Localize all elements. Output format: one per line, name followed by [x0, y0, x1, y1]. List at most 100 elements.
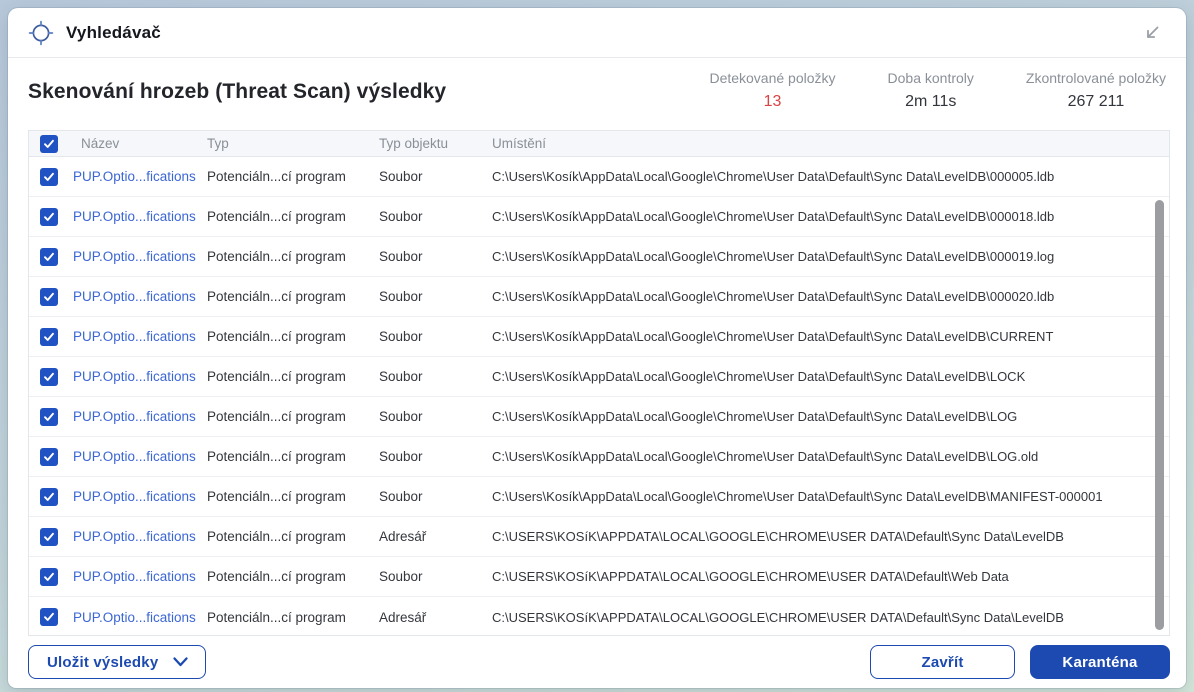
table-row[interactable]: PUP.Optio...fications Potenciáln...cí pr… [29, 477, 1169, 517]
checkmark-icon [42, 450, 56, 464]
row-checkbox[interactable] [40, 488, 58, 506]
threat-object-type: Adresář [379, 529, 492, 544]
row-checkbox[interactable] [40, 208, 58, 226]
row-checkbox[interactable] [40, 448, 58, 466]
row-checkbox[interactable] [40, 408, 58, 426]
table-row[interactable]: PUP.Optio...fications Potenciáln...cí pr… [29, 397, 1169, 437]
target-scanner-icon [28, 20, 54, 46]
threat-location: C:\Users\Kosík\AppData\Local\Google\Chro… [492, 329, 1169, 344]
checkmark-icon [42, 490, 56, 504]
table-row[interactable]: PUP.Optio...fications Potenciáln...cí pr… [29, 517, 1169, 557]
window-title: Vyhledávač [66, 23, 161, 43]
threat-object-type: Soubor [379, 569, 492, 584]
threat-location: C:\Users\Kosík\AppData\Local\Google\Chro… [492, 169, 1169, 184]
collapse-window-button[interactable] [1138, 19, 1166, 47]
table-row[interactable]: PUP.Optio...fications Potenciáln...cí pr… [29, 317, 1169, 357]
threat-location: C:\Users\Kosík\AppData\Local\Google\Chro… [492, 449, 1169, 464]
threat-object-type: Soubor [379, 249, 492, 264]
row-checkbox[interactable] [40, 168, 58, 186]
save-results-button[interactable]: Uložit výsledky [28, 645, 206, 679]
stat-scanned-items: Zkontrolované položky 267 211 [1026, 70, 1166, 130]
threat-name-link[interactable]: PUP.Optio...fications [73, 169, 207, 184]
threat-location: C:\Users\Kosík\AppData\Local\Google\Chro… [492, 249, 1169, 264]
threat-type: Potenciáln...cí program [207, 529, 379, 544]
threat-name-link[interactable]: PUP.Optio...fications [73, 369, 207, 384]
row-checkbox[interactable] [40, 568, 58, 586]
row-checkbox[interactable] [40, 368, 58, 386]
threat-type: Potenciáln...cí program [207, 209, 379, 224]
threat-name-link[interactable]: PUP.Optio...fications [73, 209, 207, 224]
checkmark-icon [42, 570, 56, 584]
threat-location: C:\USERS\KOSíK\APPDATA\LOCAL\GOOGLE\CHRO… [492, 610, 1169, 625]
column-header-type[interactable]: Typ [207, 136, 379, 151]
table-row[interactable]: PUP.Optio...fications Potenciáln...cí pr… [29, 357, 1169, 397]
row-checkbox[interactable] [40, 328, 58, 346]
threat-name-link[interactable]: PUP.Optio...fications [73, 610, 207, 625]
checkmark-icon [42, 170, 56, 184]
threat-name-link[interactable]: PUP.Optio...fications [73, 409, 207, 424]
stat-label: Detekované položky [709, 70, 835, 86]
table-row[interactable]: PUP.Optio...fications Potenciáln...cí pr… [29, 157, 1169, 197]
row-checkbox[interactable] [40, 608, 58, 626]
threat-object-type: Soubor [379, 289, 492, 304]
checkmark-icon [42, 137, 56, 151]
threat-location: C:\USERS\KOSíK\APPDATA\LOCAL\GOOGLE\CHRO… [492, 569, 1169, 584]
table-row[interactable]: PUP.Optio...fications Potenciáln...cí pr… [29, 557, 1169, 597]
scrollbar-thumb[interactable] [1155, 200, 1164, 630]
close-button[interactable]: Zavřít [870, 645, 1015, 679]
table-row[interactable]: PUP.Optio...fications Potenciáln...cí pr… [29, 277, 1169, 317]
threat-object-type: Soubor [379, 489, 492, 504]
stat-detected-items: Detekované položky 13 [709, 70, 835, 130]
column-header-location[interactable]: Umístění [492, 136, 1169, 151]
scanner-results-window: Vyhledávač Skenování hrozeb (Threat Scan… [8, 8, 1186, 688]
threat-name-link[interactable]: PUP.Optio...fications [73, 289, 207, 304]
threat-type: Potenciáln...cí program [207, 489, 379, 504]
save-results-label: Uložit výsledky [47, 654, 158, 671]
threat-object-type: Soubor [379, 169, 492, 184]
threat-type: Potenciáln...cí program [207, 569, 379, 584]
threat-location: C:\USERS\KOSíK\APPDATA\LOCAL\GOOGLE\CHRO… [492, 529, 1169, 544]
threat-type: Potenciáln...cí program [207, 409, 379, 424]
threat-object-type: Soubor [379, 209, 492, 224]
threat-type: Potenciáln...cí program [207, 610, 379, 625]
threat-name-link[interactable]: PUP.Optio...fications [73, 569, 207, 584]
checkmark-icon [42, 410, 56, 424]
threat-name-link[interactable]: PUP.Optio...fications [73, 449, 207, 464]
threat-name-link[interactable]: PUP.Optio...fications [73, 249, 207, 264]
row-checkbox[interactable] [40, 248, 58, 266]
threat-name-link[interactable]: PUP.Optio...fications [73, 529, 207, 544]
table-row[interactable]: PUP.Optio...fications Potenciáln...cí pr… [29, 437, 1169, 477]
column-header-object-type[interactable]: Typ objektu [379, 136, 492, 151]
stat-scan-time: Doba kontroly 2m 11s [888, 70, 974, 130]
threat-object-type: Soubor [379, 369, 492, 384]
checkmark-icon [42, 210, 56, 224]
results-table: Název Typ Typ objektu Umístění PUP.Optio… [28, 130, 1170, 636]
row-checkbox[interactable] [40, 288, 58, 306]
threat-type: Potenciáln...cí program [207, 449, 379, 464]
threat-object-type: Soubor [379, 329, 492, 344]
threat-type: Potenciáln...cí program [207, 249, 379, 264]
threat-name-link[interactable]: PUP.Optio...fications [73, 329, 207, 344]
threat-name-link[interactable]: PUP.Optio...fications [73, 489, 207, 504]
threat-location: C:\Users\Kosík\AppData\Local\Google\Chro… [492, 489, 1169, 504]
threat-type: Potenciáln...cí program [207, 289, 379, 304]
stat-label: Doba kontroly [888, 70, 974, 86]
close-button-label: Zavřít [921, 654, 963, 671]
quarantine-button[interactable]: Karanténa [1030, 645, 1170, 679]
threat-object-type: Soubor [379, 449, 492, 464]
row-checkbox[interactable] [40, 528, 58, 546]
select-all-checkbox[interactable] [40, 135, 58, 153]
table-row[interactable]: PUP.Optio...fications Potenciáln...cí pr… [29, 197, 1169, 237]
threat-location: C:\Users\Kosík\AppData\Local\Google\Chro… [492, 289, 1169, 304]
stat-value-detected: 13 [709, 93, 835, 111]
table-row[interactable]: PUP.Optio...fications Potenciáln...cí pr… [29, 237, 1169, 277]
stat-value-time: 2m 11s [888, 93, 974, 111]
column-header-name[interactable]: Název [73, 136, 207, 151]
stat-value-scanned: 267 211 [1026, 93, 1166, 111]
title-bar: Vyhledávač [8, 8, 1186, 58]
results-header: Skenování hrozeb (Threat Scan) výsledky … [8, 58, 1186, 130]
page-title: Skenování hrozeb (Threat Scan) výsledky [28, 80, 446, 130]
stat-label: Zkontrolované položky [1026, 70, 1166, 86]
table-row[interactable]: PUP.Optio...fications Potenciáln...cí pr… [29, 597, 1169, 636]
threat-type: Potenciáln...cí program [207, 169, 379, 184]
